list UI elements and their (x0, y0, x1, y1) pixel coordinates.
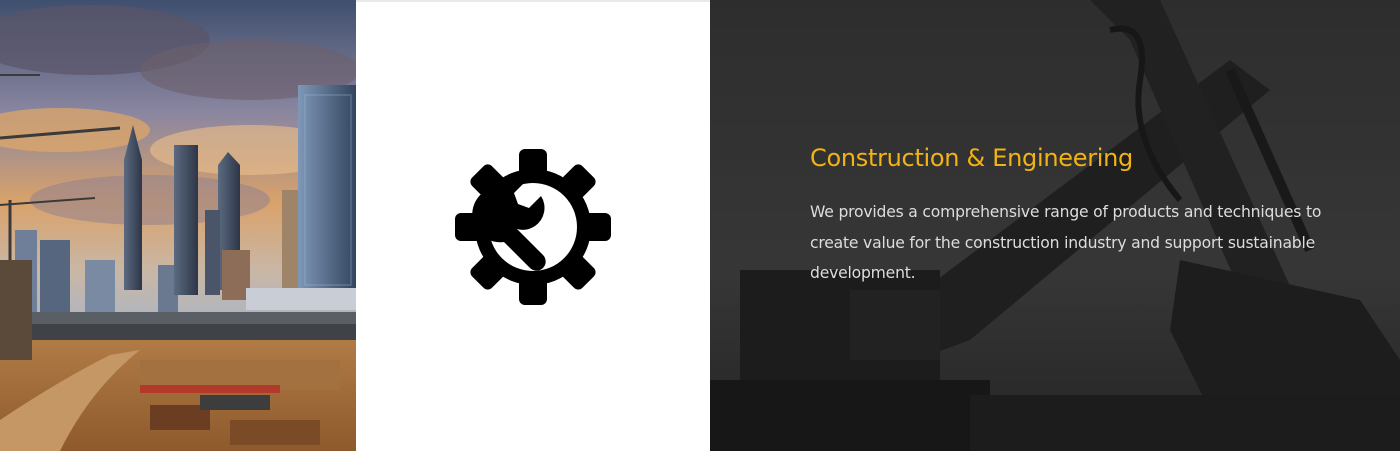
service-title: Construction & Engineering (810, 144, 1133, 172)
icon-panel (356, 0, 710, 451)
gear-wrench-icon (455, 148, 611, 305)
service-description: We provides a comprehensive range of pro… (810, 203, 1322, 282)
service-info-panel: Construction & Engineering We provides a… (710, 0, 1400, 451)
service-row: Construction & Engineering We provides a… (0, 0, 1400, 451)
city-construction-photo (0, 0, 356, 451)
service-content: Construction & Engineering We provides a… (810, 144, 1350, 289)
